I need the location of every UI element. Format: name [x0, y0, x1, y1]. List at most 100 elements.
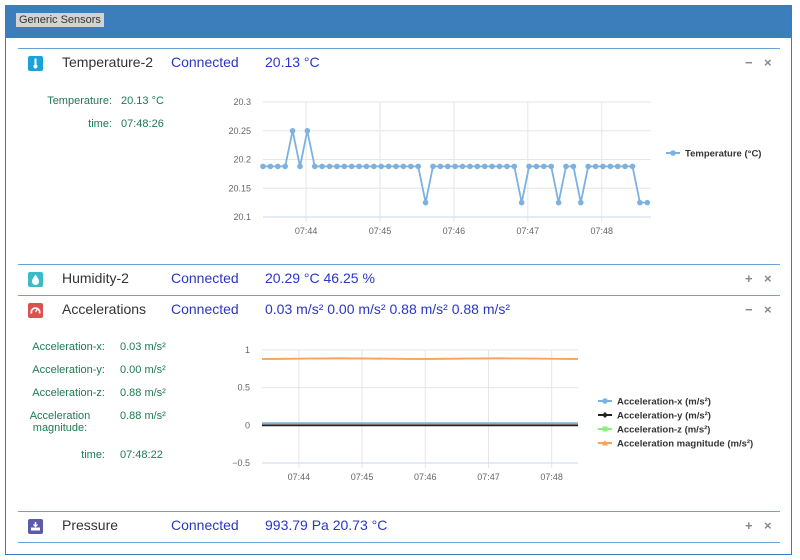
- title-bar: Generic Sensors: [6, 6, 791, 38]
- sensor-reading: 0.03 m/s² 0.00 m/s² 0.88 m/s² 0.88 m/s²: [265, 301, 511, 317]
- expand-button[interactable]: +: [745, 518, 753, 533]
- data-point: [371, 163, 377, 170]
- acceleration-y-label: Acceleration-y:: [32, 364, 105, 376]
- x-tick-label: 07:44: [288, 472, 311, 482]
- data-point: [585, 163, 591, 170]
- legend-marker: [602, 398, 608, 404]
- pressure-icon: [28, 519, 43, 534]
- data-point: [548, 163, 555, 170]
- data-point: [563, 163, 569, 170]
- y-tick-label: 20.1: [233, 212, 251, 222]
- data-point: [600, 163, 606, 170]
- data-point: [289, 127, 296, 134]
- data-point: [356, 163, 362, 170]
- acceleration-z-value: 0.88 m/s²: [120, 387, 166, 399]
- series-line: [261, 357, 579, 360]
- data-point: [577, 199, 584, 206]
- panel-title: Temperature-2: [62, 54, 154, 70]
- data-point: [474, 163, 481, 170]
- acceleration-x-value: 0.03 m/s²: [120, 341, 166, 353]
- data-point: [437, 163, 444, 170]
- time-value: 07:48:22: [120, 449, 163, 461]
- data-point: [637, 199, 643, 206]
- y-tick-label: −0.5: [232, 458, 250, 468]
- acceleration-x-label: Acceleration-x:: [32, 341, 105, 353]
- temperature-label: Temperature:: [47, 95, 112, 107]
- acceleration-magnitude-value: 0.88 m/s²: [120, 410, 166, 422]
- data-point: [452, 163, 458, 170]
- data-point: [496, 163, 503, 170]
- y-tick-label: 20.15: [228, 183, 251, 193]
- data-point: [341, 163, 348, 170]
- y-tick-label: 20.2: [233, 155, 251, 165]
- x-tick-label: 07:45: [369, 226, 392, 236]
- legend-item[interactable]: Temperature (°C): [685, 149, 761, 160]
- data-point: [622, 163, 628, 170]
- data-point: [282, 163, 288, 170]
- x-tick-label: 07:48: [540, 472, 563, 482]
- close-button[interactable]: ×: [764, 302, 772, 317]
- close-button[interactable]: ×: [764, 271, 772, 286]
- label-line-1: Acceleration: [29, 410, 91, 422]
- temperature-chart: 20.3 20.25 20.2 20.15 20.1 07:44 07:45 07:46 07:…: [228, 97, 761, 236]
- legend-marker: [670, 150, 676, 156]
- acceleration-y-value: 0.00 m/s²: [120, 364, 166, 376]
- data-point: [311, 163, 318, 170]
- y-tick-label: 20.3: [233, 97, 251, 107]
- panel-header-humidity[interactable]: Humidity-2 Connected 20.29 °C 46.25 % + …: [18, 265, 780, 293]
- x-tick-label: 07:47: [477, 472, 500, 482]
- x-tick-label: 07:46: [443, 226, 466, 236]
- sensor-reading: 20.13 °C: [265, 54, 320, 70]
- window-title: Generic Sensors: [16, 13, 104, 27]
- data-point: [260, 163, 266, 170]
- acceleration-chart: 1 0.5 0 −0.5 07:44 07:45 07:46 07:47 07:48 Accele…: [232, 345, 753, 482]
- sensor-reading: 993.79 Pa 20.73 °C: [265, 517, 388, 533]
- collapse-button[interactable]: −: [745, 55, 753, 70]
- data-point: [274, 163, 281, 170]
- y-tick-label: 20.25: [228, 126, 251, 136]
- legend-item[interactable]: Acceleration-x (m/s²): [617, 397, 711, 408]
- data-point: [614, 163, 621, 170]
- data-point: [570, 163, 577, 170]
- data-point: [430, 163, 436, 170]
- data-point: [555, 199, 562, 206]
- data-point: [422, 199, 429, 206]
- divider: [18, 542, 780, 543]
- data-point: [644, 199, 651, 206]
- data-point: [444, 163, 451, 170]
- panel-title: Accelerations: [62, 301, 147, 317]
- panel-header-accelerations[interactable]: Accelerations Connected 0.03 m/s² 0.00 m…: [18, 296, 780, 324]
- panel-header-pressure[interactable]: Pressure Connected 993.79 Pa 20.73 °C + …: [18, 512, 780, 540]
- x-tick-label: 07:46: [414, 472, 437, 482]
- x-tick-label: 07:47: [517, 226, 540, 236]
- collapse-button[interactable]: −: [745, 302, 753, 317]
- temperature-value: 20.13 °C: [121, 95, 164, 107]
- y-tick-label: 0: [245, 420, 250, 430]
- connection-status: Connected: [171, 517, 239, 533]
- legend-item[interactable]: Acceleration-z (m/s²): [617, 425, 710, 436]
- data-point: [607, 163, 614, 170]
- legend-item[interactable]: Acceleration magnitude (m/s²): [617, 439, 753, 450]
- data-point: [459, 163, 466, 170]
- panel-header-temperature[interactable]: Temperature-2 Connected 20.13 °C − ×: [18, 49, 780, 77]
- connection-status: Connected: [171, 270, 239, 286]
- time-label: time:: [81, 449, 105, 461]
- legend-item[interactable]: Acceleration-y (m/s²): [617, 411, 711, 422]
- close-button[interactable]: ×: [764, 518, 772, 533]
- panel-title: Pressure: [62, 517, 119, 533]
- droplet-icon: [28, 272, 43, 287]
- expand-button[interactable]: +: [745, 271, 753, 286]
- close-button[interactable]: ×: [764, 55, 772, 70]
- sensor-reading: 20.29 °C 46.25 %: [265, 270, 375, 286]
- data-point: [385, 163, 392, 170]
- data-point: [489, 163, 495, 170]
- time-label: time:: [88, 118, 112, 130]
- data-point: [363, 163, 370, 170]
- data-point: [267, 163, 274, 170]
- data-point: [592, 163, 599, 170]
- data-point: [326, 163, 333, 170]
- data-point: [504, 163, 510, 170]
- acceleration-z-label: Acceleration-z:: [32, 387, 105, 399]
- data-point: [415, 163, 421, 170]
- data-point: [348, 163, 355, 170]
